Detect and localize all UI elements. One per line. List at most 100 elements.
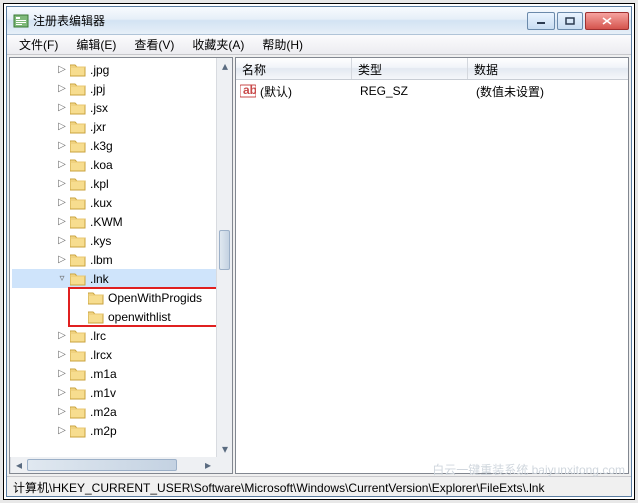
tree-item-label: .lrcx [90,348,112,362]
tree-item-label: .jpg [90,63,109,77]
folder-icon [88,291,104,305]
tree-item-label: .kys [90,234,111,248]
header-data[interactable]: 数据 [468,58,628,79]
menu-view[interactable]: 查看(V) [126,34,182,55]
tree-item[interactable]: openwithlist [12,307,232,326]
expand-icon[interactable]: ▷ [56,425,68,437]
expand-icon[interactable]: ▷ [56,159,68,171]
menu-favorites[interactable]: 收藏夹(A) [184,34,252,55]
menu-file[interactable]: 文件(F) [11,34,66,55]
expand-icon[interactable]: ▷ [56,349,68,361]
folder-icon [70,177,86,191]
expand-icon[interactable]: ▷ [56,197,68,209]
tree-item[interactable]: ▷ .jxr [12,117,232,136]
tree-item[interactable]: ▷ .m2p [12,421,232,440]
value-name: (默认) [260,83,292,100]
folder-icon [70,101,86,115]
expand-icon[interactable]: ▷ [56,216,68,228]
tree-item-label: .m2a [90,405,117,419]
titlebar[interactable]: 注册表编辑器 [7,7,631,35]
expand-icon[interactable]: ▷ [56,235,68,247]
expand-icon[interactable]: ▷ [56,140,68,152]
tree-item[interactable]: ▷.jsx [12,98,232,117]
tree-item-label: OpenWithProgids [108,291,202,305]
folder-icon [70,120,86,134]
folder-icon [70,272,86,286]
svg-text:ab: ab [243,84,256,97]
tree-item[interactable]: ▷ .m1a [12,364,232,383]
status-bar: 计算机\HKEY_CURRENT_USER\Software\Microsoft… [7,476,631,496]
list-headers: 名称 类型 数据 [236,58,628,80]
list-body[interactable]: ab (默认) REG_SZ (数值未设置) [236,80,628,473]
tree-item[interactable]: ▷.jpj [12,79,232,98]
expand-icon[interactable] [74,311,86,323]
expand-icon[interactable]: ▷ [56,121,68,133]
menu-help[interactable]: 帮助(H) [254,34,311,55]
expand-icon[interactable]: ▷ [56,102,68,114]
maximize-button[interactable] [557,12,583,30]
expand-icon[interactable]: ▷ [56,368,68,380]
tree-item[interactable]: ▷ .m2a [12,402,232,421]
expand-icon[interactable]: ▷ [56,178,68,190]
expand-icon[interactable]: ▷ [56,64,68,76]
expand-icon[interactable]: ▷ [56,83,68,95]
regedit-icon [13,13,29,29]
list-pane: 名称 类型 数据 ab (默认) REG_SZ (数值未设置) [235,57,629,474]
tree-item[interactable]: ▷ .lrcx [12,345,232,364]
header-type[interactable]: 类型 [352,58,468,79]
tree-item-label: .jxr [90,120,106,134]
list-row[interactable]: ab (默认) REG_SZ (数值未设置) [238,82,626,100]
tree-item-label: .koa [90,158,113,172]
tree-item-label: .m2p [90,424,117,438]
header-name[interactable]: 名称 [236,58,352,79]
tree-item[interactable]: ▷.k3g [12,136,232,155]
folder-icon [70,63,86,77]
registry-tree[interactable]: ▷.jpg▷.jpj▷.jsx▷.jxr▷.k3g▷.koa▷.kpl▷.kux… [10,58,232,473]
minimize-button[interactable] [527,12,555,30]
tree-item[interactable]: ▷ .kys [12,231,232,250]
scrollbar-thumb[interactable] [219,230,230,270]
close-button[interactable] [585,12,629,30]
tree-item-label: .lrc [90,329,106,343]
tree-item[interactable]: ▷.KWM [12,212,232,231]
tree-item-label: .kpl [90,177,109,191]
tree-item-label: .m1a [90,367,117,381]
folder-icon [70,196,86,210]
tree-item[interactable]: OpenWithProgids [12,288,232,307]
tree-item-label: .m1v [90,386,116,400]
folder-icon [70,215,86,229]
tree-item[interactable]: ▷ .lrc [12,326,232,345]
tree-vertical-scrollbar[interactable]: ▴ ▾ [216,58,232,457]
tree-item[interactable]: ▷ .m1v [12,383,232,402]
tree-horizontal-scrollbar[interactable]: ◂ ▸ [10,457,216,473]
expand-icon[interactable]: ▿ [56,273,68,285]
tree-item-label: openwithlist [108,310,171,324]
value-data: (数值未设置) [470,83,626,100]
folder-icon [70,367,86,381]
expand-icon[interactable]: ▷ [56,387,68,399]
tree-item[interactable]: ▷.lbm [12,250,232,269]
expand-icon[interactable]: ▷ [56,254,68,266]
value-type: REG_SZ [354,84,470,98]
menubar: 文件(F) 编辑(E) 查看(V) 收藏夹(A) 帮助(H) [7,35,631,55]
tree-item[interactable]: ▷ .jpg [12,60,232,79]
folder-icon [88,310,104,324]
tree-item-label: .kux [90,196,112,210]
tree-item[interactable]: ▷ .koa [12,155,232,174]
expand-icon[interactable]: ▷ [56,330,68,342]
window: 注册表编辑器 文件(F) 编辑(E) 查看(V) 收藏夹(A) 帮助(H) ▷.… [6,6,632,497]
folder-icon [70,386,86,400]
menu-edit[interactable]: 编辑(E) [68,34,124,55]
tree-item[interactable]: ▷ .kux [12,193,232,212]
folder-icon [70,253,86,267]
tree-item[interactable]: ▿.lnk [12,269,232,288]
tree-pane: ▷.jpg▷.jpj▷.jsx▷.jxr▷.k3g▷.koa▷.kpl▷.kux… [9,57,233,474]
status-path: 计算机\HKEY_CURRENT_USER\Software\Microsoft… [13,481,544,495]
scrollbar-thumb[interactable] [27,459,177,471]
tree-item[interactable]: ▷ .kpl [12,174,232,193]
expand-icon[interactable] [74,292,86,304]
window-title: 注册表编辑器 [33,12,527,29]
folder-icon [70,405,86,419]
expand-icon[interactable]: ▷ [56,406,68,418]
folder-icon [70,139,86,153]
